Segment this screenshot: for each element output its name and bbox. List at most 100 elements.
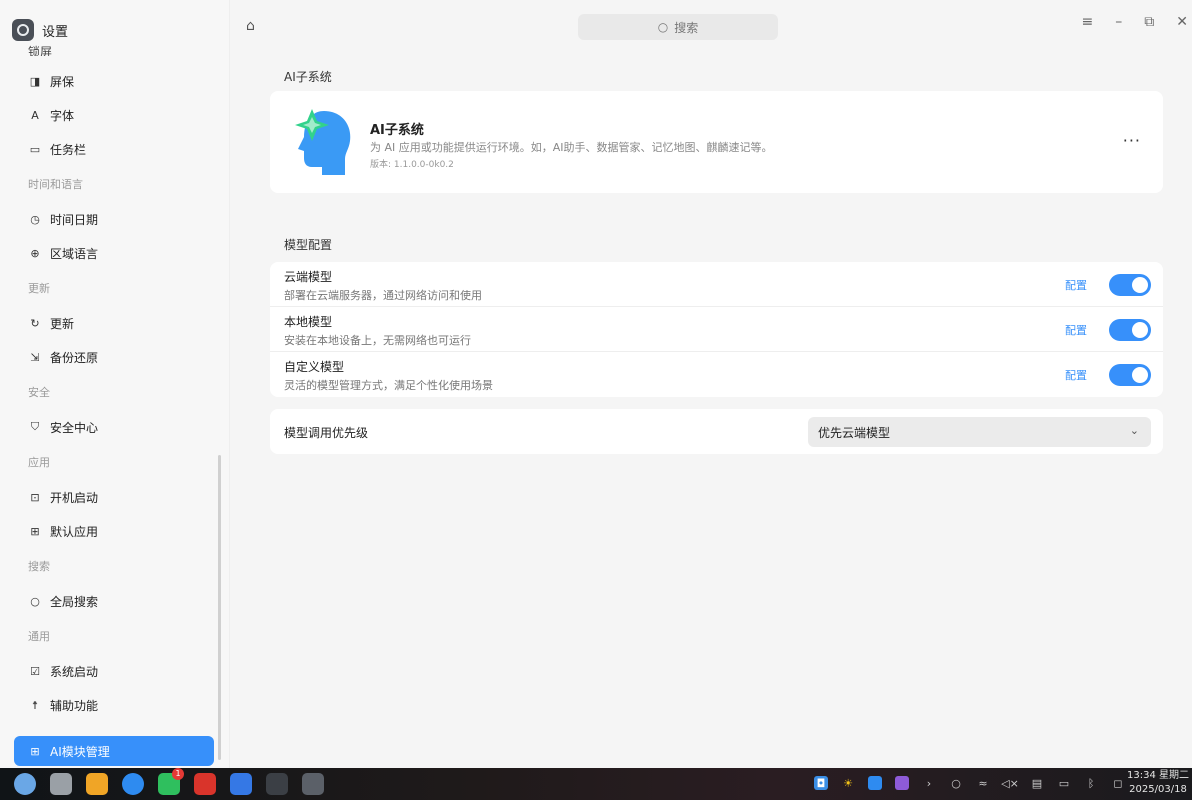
window-controls: ≡ – ⧉ ✕ [1082, 14, 1192, 30]
app-tray-icon[interactable] [868, 776, 882, 790]
sidebar-item[interactable]: ☑ 系统启动 [0, 654, 229, 688]
priority-label: 模型调用优先级 [284, 426, 369, 440]
app-title: 设置 [42, 24, 69, 40]
menu-icon[interactable]: ≡ [1082, 14, 1094, 30]
ai-subsystem-name: AI子系统 [370, 123, 424, 138]
model-description: 灵活的模型管理方式，满足个性化使用场景 [284, 379, 493, 392]
screenshot-tray-icon[interactable]: ◘ [814, 776, 828, 790]
sidebar-item-label: 屏保 [50, 74, 75, 89]
model-enable-toggle[interactable] [1109, 319, 1151, 341]
screensaver-icon: ◨ [29, 74, 41, 88]
sidebar-item-label: 更新 [50, 316, 75, 331]
ai-subsystem-description: 为 AI 应用或功能提供运行环境。如，AI助手、数据管家、记忆地图、麒麟速记等。 [370, 141, 773, 154]
sidebar-scrollbar[interactable] [218, 455, 221, 760]
weather-tray-icon[interactable]: ☀ [841, 776, 855, 790]
sidebar-item[interactable]: ⊞ 默认应用 [0, 514, 229, 548]
clock[interactable]: 13:34 星期二 2025/03/18 [1124, 769, 1192, 797]
search-icon: ○ [657, 20, 669, 34]
sidebar-item[interactable]: ⊕ 区域语言 [0, 236, 229, 270]
sidebar-group-label: 更新 [28, 282, 50, 295]
sidebar-item[interactable]: ◨ 屏保 [0, 64, 229, 98]
app2-tray-icon[interactable] [895, 776, 909, 790]
model-description: 安装在本地设备上，无需网络也可运行 [284, 334, 471, 347]
globe-icon: ⊕ [30, 246, 40, 260]
security-app-icon[interactable] [230, 773, 252, 795]
sidebar-item-lockscreen[interactable]: 锁屏 [28, 42, 52, 56]
search-tray-icon[interactable]: ○ [949, 776, 963, 790]
sidebar-item[interactable]: ⛉ 安全中心 [0, 410, 229, 444]
more-options-icon[interactable]: ··· [1123, 131, 1141, 150]
model-title: 自定义模型 [284, 360, 345, 374]
font-icon: A [31, 108, 39, 122]
settings-app-icon[interactable] [302, 773, 324, 795]
sidebar-item-label: 默认应用 [50, 524, 99, 539]
sidebar-item-label: 开机启动 [50, 490, 99, 505]
ai-module-icon: ⊞ [30, 744, 40, 758]
search-placeholder: 搜索 [674, 20, 699, 35]
priority-card: 模型调用优先级 优先云端模型 ⌄ [270, 409, 1163, 454]
notification-icon[interactable]: ◻ [1111, 776, 1125, 790]
sidebar-item[interactable]: ▭ 任务栏 [0, 132, 229, 166]
start-menu-icon[interactable] [14, 773, 36, 795]
volume-muted-icon[interactable]: ◁× [1001, 776, 1019, 790]
home-icon[interactable]: ⌂ [246, 18, 255, 34]
model-title: 云端模型 [284, 270, 333, 284]
section-title-models: 模型配置 [284, 238, 333, 252]
messaging-app-icon[interactable]: 1 [158, 768, 184, 795]
sidebar-item[interactable]: ↻ 更新 [0, 306, 229, 340]
close-icon[interactable]: ✕ [1176, 14, 1188, 30]
minimize-icon[interactable]: – [1115, 14, 1122, 30]
backup-icon: ⇲ [30, 350, 40, 364]
sidebar-item-label: 辅助功能 [50, 698, 99, 713]
taskbar-icon: ▭ [29, 142, 41, 156]
sidebar-group-label: 搜索 [28, 560, 50, 573]
sidebar-item[interactable]: ⇲ 备份还原 [0, 340, 229, 374]
configure-link[interactable]: 配置 [1065, 322, 1087, 338]
configure-link[interactable]: 配置 [1065, 367, 1087, 383]
clock-date: 2025/03/18 [1129, 784, 1187, 795]
sidebar-item-ai-module[interactable]: ⊞ AI模块管理 [14, 736, 214, 766]
priority-select[interactable]: 优先云端模型 ⌄ [808, 417, 1151, 447]
sidebar-item[interactable]: A 字体 [0, 98, 229, 132]
model-enable-toggle[interactable] [1109, 364, 1151, 386]
sidebar-item[interactable]: ☨ 辅助功能 [0, 688, 229, 722]
ai-subsystem-card: AI子系统 为 AI 应用或功能提供运行环境。如，AI助手、数据管家、记忆地图、… [270, 91, 1163, 193]
multitask-view-icon[interactable] [50, 773, 72, 795]
model-row: 本地模型 安装在本地设备上，无需网络也可运行 配置 [270, 307, 1163, 352]
sidebar: 设置 锁屏 ◨ 屏保 A 字体 ▭ 任务栏 时间和语言 ◷ 时间日期 ⊕ 区域语言 更新 ↻ 更新 ⇲ 备份还… [0, 0, 230, 768]
browser-icon[interactable] [122, 773, 144, 795]
file-manager-icon[interactable] [86, 773, 108, 795]
model-enable-toggle[interactable] [1109, 274, 1151, 296]
sidebar-list: ◨ 屏保 A 字体 ▭ 任务栏 时间和语言 ◷ 时间日期 ⊕ 区域语言 更新 ↻ 更新 ⇲ 备份还原 安全 ⛉ 安全… [0, 64, 229, 722]
configure-link[interactable]: 配置 [1065, 277, 1087, 293]
wifi-icon[interactable]: ≈ [976, 776, 990, 790]
sidebar-item[interactable]: ○ 全局搜索 [0, 584, 229, 618]
sidebar-item-label: 任务栏 [50, 142, 87, 157]
wps-office-icon[interactable] [194, 773, 216, 795]
taskbar: 1 ◘ ☀ › ○ ≈ ◁× ▤ ▭ ᛒ ◻ 13:34 星期二 2025/03… [0, 768, 1192, 800]
sidebar-item[interactable]: ⊡ 开机启动 [0, 480, 229, 514]
sidebar-group-label: 通用 [28, 630, 50, 643]
notification-badge: 1 [172, 768, 184, 780]
bluetooth-off-icon[interactable]: ᛒ [1084, 776, 1098, 790]
sidebar-item-label: 字体 [50, 108, 75, 123]
keyboard-icon[interactable]: ▤ [1030, 776, 1044, 790]
sidebar-item-label: 时间日期 [50, 212, 99, 227]
search-input[interactable]: ○ 搜索 [578, 14, 778, 40]
sidebar-group-label: 应用 [28, 456, 50, 469]
sidebar-item-label: 备份还原 [50, 350, 99, 365]
clock-icon: ◷ [30, 212, 40, 226]
restore-icon[interactable]: ⧉ [1144, 14, 1154, 30]
sidebar-item[interactable]: ◷ 时间日期 [0, 202, 229, 236]
battery-icon[interactable]: ▭ [1057, 776, 1071, 790]
ai-subsystem-version: 版本: 1.1.0.0-0k0.2 [370, 160, 454, 170]
model-row: 自定义模型灵活的模型管理方式，满足个性化使用场景 配置 [270, 352, 1163, 397]
chevron-down-icon: ⌄ [1129, 424, 1139, 437]
sidebar-item-label: 安全中心 [50, 420, 99, 435]
sidebar-group-label: 安全 [28, 386, 50, 399]
chevron-right-icon[interactable]: › [922, 776, 936, 790]
terminal-icon[interactable] [266, 773, 288, 795]
refresh-icon: ↻ [30, 316, 40, 330]
autostart-icon: ⊡ [30, 490, 40, 504]
model-config-card: 云端模型 部署在云端服务器，通过网络访问和使用 配置 本地模型 安装在本地设备上，无需网… [270, 262, 1163, 397]
